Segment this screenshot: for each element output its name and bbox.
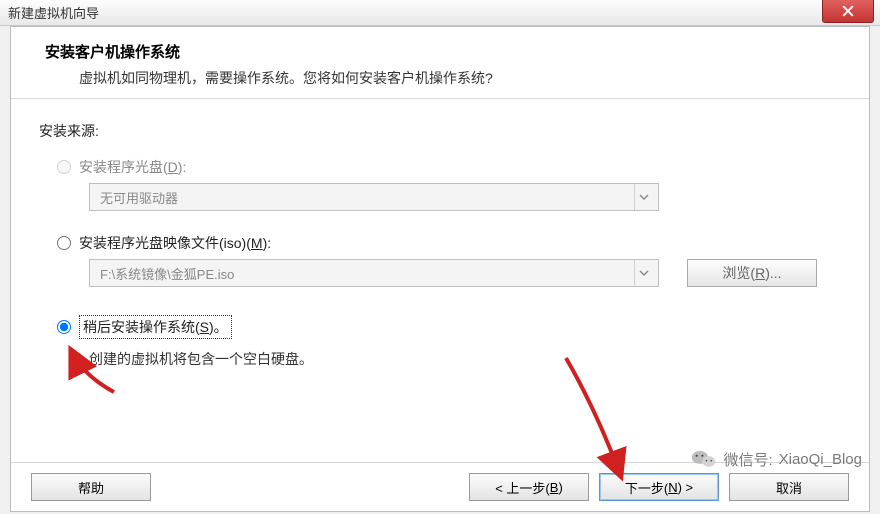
radio-later-row[interactable]: 稍后安装操作系统(S)。 (57, 315, 845, 339)
source-label: 安装来源: (39, 121, 845, 141)
iso-path-text: F:\系统镜像\金狐PE.iso (100, 264, 234, 283)
chevron-down-icon (634, 184, 652, 210)
watermark-id: XiaoQi_Blog (779, 451, 862, 468)
close-button[interactable] (822, 0, 874, 23)
disc-dropdown[interactable]: 无可用驱动器 (89, 183, 659, 211)
browse-button[interactable]: 浏览(R)... (687, 259, 817, 287)
radio-disc[interactable] (57, 160, 71, 174)
wizard-dialog: 安装客户机操作系统 虚拟机如同物理机，需要操作系统。您将如何安装客户机操作系统?… (10, 26, 870, 512)
page-title: 安装客户机操作系统 (45, 41, 845, 62)
cancel-button[interactable]: 取消 (729, 473, 849, 501)
close-icon (842, 5, 854, 17)
back-button[interactable]: < 上一步(B) (469, 473, 589, 501)
wizard-header: 安装客户机操作系统 虚拟机如同物理机，需要操作系统。您将如何安装客户机操作系统? (11, 27, 869, 99)
help-button[interactable]: 帮助 (31, 473, 151, 501)
titlebar: 新建虚拟机向导 (0, 0, 880, 26)
radio-iso[interactable] (57, 236, 71, 250)
wizard-content: 安装来源: 安装程序光盘(D): 无可用驱动器 安装程序光盘映像文件(iso)(… (11, 99, 869, 462)
iso-path-input[interactable]: F:\系统镜像\金狐PE.iso (89, 259, 659, 287)
chevron-down-icon (634, 260, 652, 286)
radio-later-label: 稍后安装操作系统(S)。 (79, 315, 232, 339)
radio-iso-label: 安装程序光盘映像文件(iso)(M): (79, 233, 271, 253)
radio-disc-row[interactable]: 安装程序光盘(D): (57, 157, 845, 177)
page-subtitle: 虚拟机如同物理机，需要操作系统。您将如何安装客户机操作系统? (45, 68, 845, 88)
radio-later[interactable] (57, 320, 71, 334)
watermark: 微信号: XiaoQi_Blog (691, 448, 862, 470)
window-title: 新建虚拟机向导 (8, 3, 99, 22)
wechat-icon (691, 448, 717, 470)
next-button[interactable]: 下一步(N) > (599, 473, 719, 501)
disc-dropdown-text: 无可用驱动器 (100, 188, 178, 207)
radio-iso-row[interactable]: 安装程序光盘映像文件(iso)(M): (57, 233, 845, 253)
watermark-label: 微信号: (723, 449, 772, 470)
radio-disc-label: 安装程序光盘(D): (79, 157, 186, 177)
later-description: 创建的虚拟机将包含一个空白硬盘。 (89, 349, 845, 369)
